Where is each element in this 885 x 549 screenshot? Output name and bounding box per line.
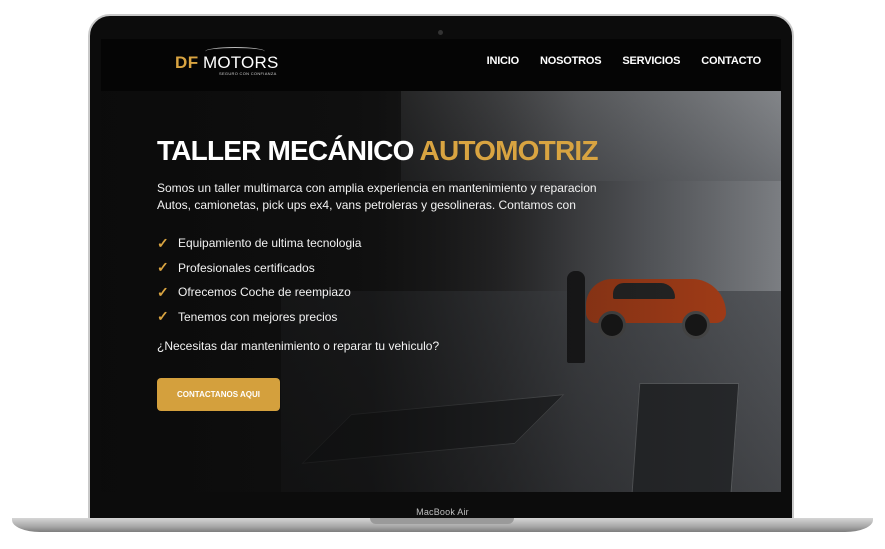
feature-list: ✓ Equipamiento de ultima tecnologia ✓ Pr…	[157, 231, 657, 329]
menu-item-contacto[interactable]: CONTACTO	[701, 55, 761, 67]
hero-content: TALLER MECÁNICO AUTOMOTRIZ Somos un tall…	[157, 135, 657, 411]
hero-question: ¿Necesitas dar mantenimiento o reparar t…	[157, 339, 440, 353]
device-label: MacBook Air	[416, 507, 469, 517]
hero-title: TALLER MECÁNICO AUTOMOTRIZ	[157, 135, 657, 167]
check-icon: ✓	[157, 283, 169, 300]
logo-df: DF	[175, 53, 199, 72]
logo-motors: MOTORS	[203, 53, 279, 72]
feature-label: Tenemos con mejores precios	[178, 309, 338, 324]
laptop-screen: DF MOTORS SEGURO CON CONFIANZA INICIO NO…	[101, 39, 781, 492]
laptop-notch	[370, 518, 514, 524]
contact-cta-button[interactable]: CONTACTANOS AQUI	[157, 378, 280, 411]
feature-label: Ofrecemos Coche de reempiazo	[178, 285, 351, 300]
camera-icon	[438, 30, 443, 35]
feature-label: Profesionales certificados	[178, 260, 315, 275]
logo[interactable]: DF MOTORS SEGURO CON CONFIANZA	[175, 47, 293, 76]
menu-item-nosotros[interactable]: NOSOTROS	[540, 55, 602, 67]
check-icon: ✓	[157, 308, 169, 325]
main-menu: INICIO NOSOTROS SERVICIOS CONTACTO	[487, 55, 762, 67]
hero-title-accent: AUTOMOTRIZ	[419, 135, 599, 166]
navbar: DF MOTORS SEGURO CON CONFIANZA INICIO NO…	[101, 39, 781, 91]
feature-label: Equipamiento de ultima tecnologia	[178, 236, 362, 251]
menu-item-inicio[interactable]: INICIO	[487, 55, 520, 67]
list-item: ✓ Ofrecemos Coche de reempiazo	[157, 280, 657, 305]
hero-description: Somos un taller multimarca con amplia ex…	[157, 181, 597, 212]
list-item: ✓ Tenemos con mejores precios	[157, 305, 657, 330]
check-icon: ✓	[157, 234, 169, 251]
list-item: ✓ Equipamiento de ultima tecnologia	[157, 231, 657, 256]
list-item: ✓ Profesionales certificados	[157, 256, 657, 281]
hero-section: TALLER MECÁNICO AUTOMOTRIZ Somos un tall…	[101, 91, 781, 492]
hero-title-main: TALLER MECÁNICO	[157, 135, 414, 166]
logo-tagline: SEGURO CON CONFIANZA	[219, 71, 277, 76]
menu-item-servicios[interactable]: SERVICIOS	[622, 55, 680, 67]
check-icon: ✓	[157, 259, 169, 276]
